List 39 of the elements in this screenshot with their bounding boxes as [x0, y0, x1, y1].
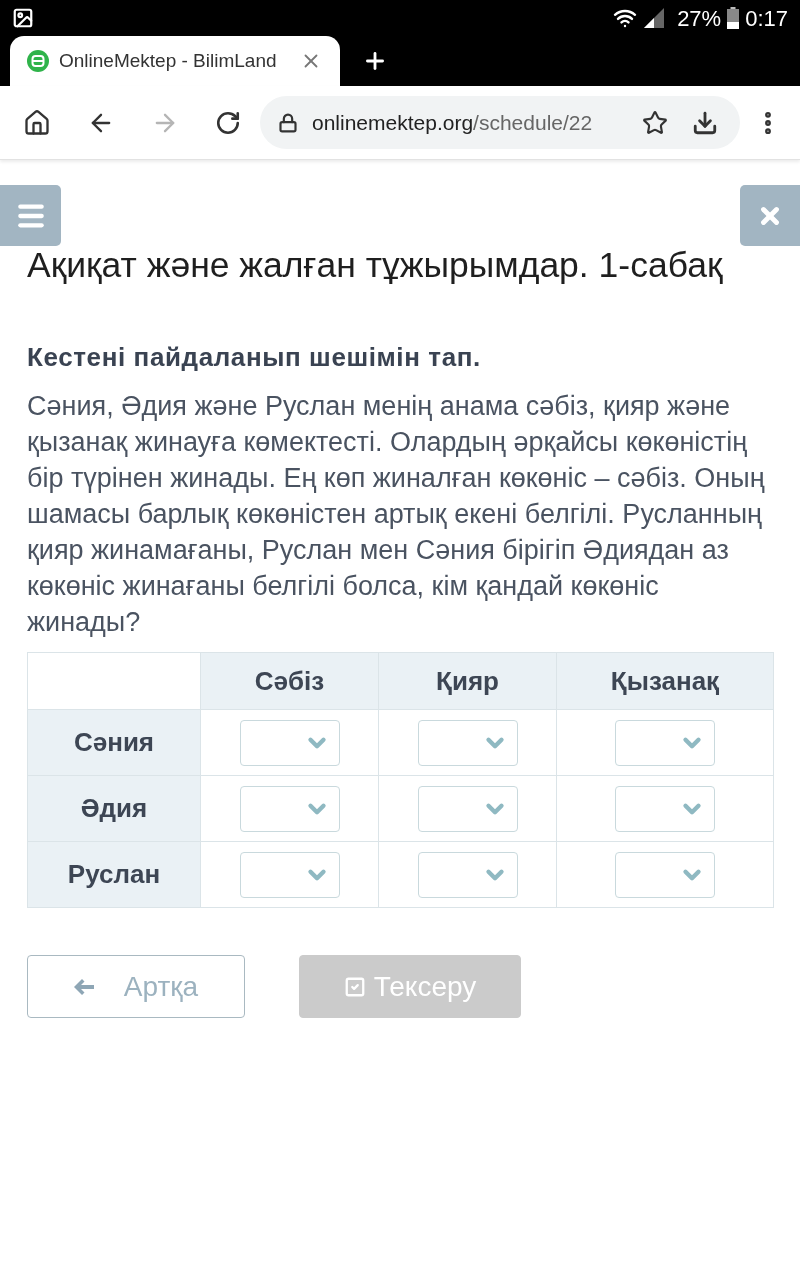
dropdown-select[interactable] [239, 851, 340, 898]
address-bar[interactable]: onlinemektep.org/schedule/22 [260, 96, 740, 149]
dropdown-select[interactable] [239, 719, 340, 766]
row-header: Руслан [27, 841, 201, 908]
dropdown-select[interactable] [615, 851, 715, 898]
reload-icon [215, 109, 241, 136]
dropdown-select[interactable] [417, 719, 518, 766]
clock-time: 0:17 [745, 4, 788, 33]
menu-button[interactable] [0, 185, 61, 246]
dropdown-select[interactable] [417, 851, 518, 898]
dropdown-select[interactable] [615, 785, 715, 832]
home-button[interactable] [23, 108, 51, 137]
picture-icon [12, 7, 34, 29]
lock-icon [278, 112, 298, 133]
lesson-title: Ақиқат және жалған тұжырымдар. 1-сабақ [27, 245, 724, 285]
url-text: onlinemektep.org/schedule/22 [312, 109, 593, 136]
battery-percent: 27% [677, 4, 722, 33]
row-header: Сәния [27, 709, 201, 776]
column-header: Сәбіз [200, 652, 379, 710]
site-logo-icon [27, 50, 49, 72]
column-header: Қияр [378, 652, 557, 710]
browser-tab[interactable]: OnlineMektep - BilimLand [10, 36, 340, 86]
close-button[interactable] [740, 185, 800, 246]
signal-icon [643, 7, 666, 29]
arrow-left-icon [73, 978, 94, 995]
battery-icon [727, 7, 740, 29]
dropdown-select[interactable] [239, 785, 340, 832]
column-header: Қызанақ [556, 652, 774, 710]
reload-button[interactable] [215, 109, 241, 136]
problem-text: Сәния, Әдия және Руслан менің анама сәбіз, қияр және қызанақ жинауға көмектесті. Олардың әрқайсы көкөністің бір түрінен жинады. Ең көп жиналған көкөніс – сәбіз. Оның шамасы барлық көкөністен артық екені белгілі. Русланның қияр жинамағаны, Руслан мен Сәния бірігіп Әдиядан аз көкөніс жинағаны белгілі болса, кім қандай көкөніс жинады? [27, 390, 766, 639]
bookmark-star-icon[interactable] [642, 109, 668, 136]
row-header: Әдия [27, 775, 201, 842]
home-icon [23, 108, 51, 137]
dropdown-select[interactable] [615, 719, 715, 766]
tab-title: OnlineMektep - BilimLand [59, 48, 277, 73]
checkbox-icon [343, 975, 366, 998]
task-instruction: Кестені пайдаланып шешімін тап. [27, 341, 482, 373]
download-icon[interactable] [692, 109, 718, 136]
dropdown-select[interactable] [417, 785, 518, 832]
